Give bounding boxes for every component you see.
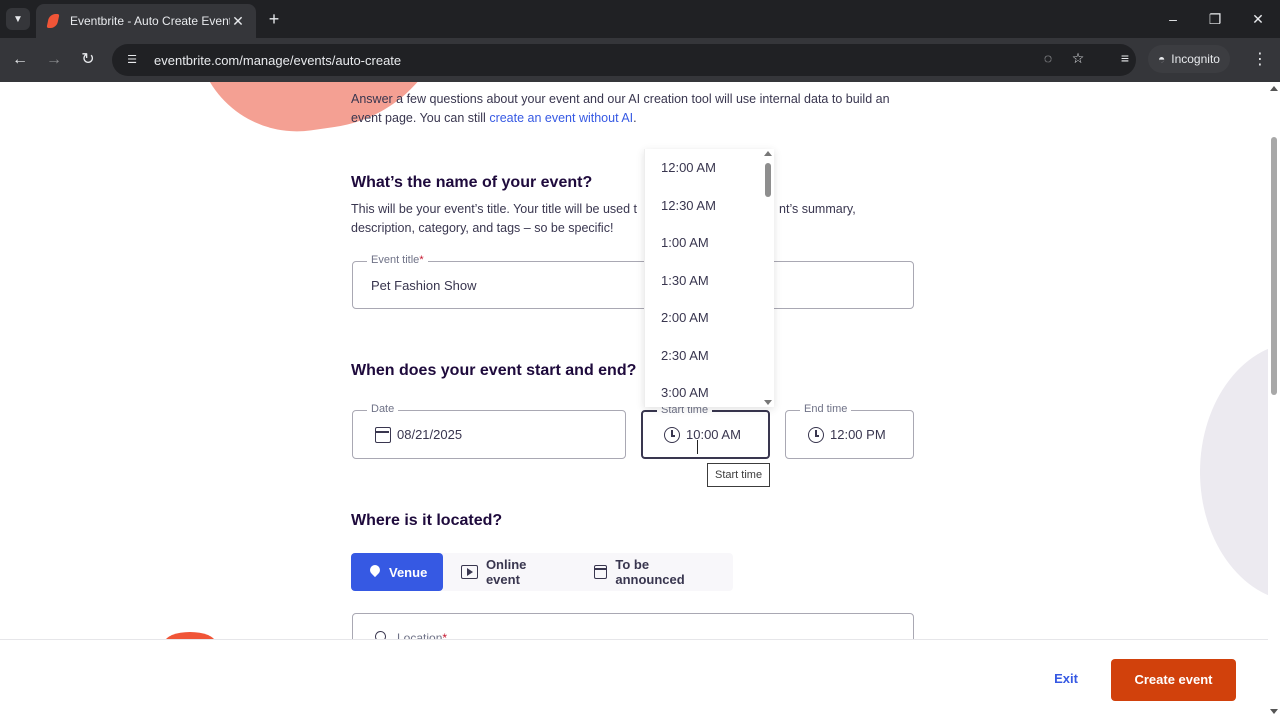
location-pin-icon	[369, 565, 381, 579]
reload-icon[interactable]: ↻	[77, 49, 99, 71]
date-label: Date	[367, 403, 399, 415]
browser-tab[interactable]: Eventbrite - Auto Create Event ✕	[36, 4, 256, 38]
venue-option[interactable]: Venue	[351, 553, 444, 591]
time-option[interactable]: 3:00 AM	[661, 385, 709, 400]
browser-menu-icon[interactable]: ⋮	[1250, 49, 1270, 69]
start-time-tooltip: Start time	[707, 463, 771, 487]
start-time-dropdown[interactable]: 12:00 AM 12:30 AM 1:00 AM 1:30 AM 2:00 A…	[644, 149, 774, 407]
time-option[interactable]: 12:30 AM	[661, 198, 716, 213]
decorative-blob	[1200, 342, 1268, 602]
tab-title: Eventbrite - Auto Create Event	[70, 14, 230, 28]
video-play-icon	[461, 565, 478, 579]
minimize-icon[interactable]: –	[1161, 8, 1185, 30]
page-viewport: Answer a few questions about your event …	[0, 82, 1268, 639]
start-time-field[interactable]: Start time 10:00 AM	[641, 404, 770, 459]
clock-icon	[664, 427, 680, 443]
url-text[interactable]: eventbrite.com/manage/events/auto-create	[154, 53, 401, 68]
location-search-field[interactable]: Location*	[352, 613, 914, 639]
media-queue-icon[interactable]: ≡	[1114, 50, 1136, 66]
bookmark-star-icon[interactable]: ☆	[1067, 50, 1089, 67]
browser-tab-bar: ▼ Eventbrite - Auto Create Event ✕ + – ❐…	[0, 0, 1280, 38]
calendar-icon	[375, 427, 391, 443]
event-title-value[interactable]: Pet Fashion Show	[371, 278, 477, 293]
sticky-footer: Exit Create event	[0, 639, 1268, 720]
page-scrollbar[interactable]	[1268, 82, 1280, 720]
create-without-ai-link[interactable]: create an event without AI	[489, 111, 633, 125]
event-title-label: Event title*	[367, 254, 428, 266]
location-label: Location*	[397, 631, 448, 639]
eventbrite-favicon-icon	[46, 14, 60, 28]
window-close-icon[interactable]: ✕	[1246, 8, 1270, 30]
search-icon	[375, 631, 386, 639]
address-bar[interactable]: ☰ eventbrite.com/manage/events/auto-crea…	[112, 44, 1136, 76]
location-type-selector: Venue Online event To be announced	[351, 553, 733, 591]
online-event-option[interactable]: Online event	[443, 553, 575, 591]
back-arrow-icon[interactable]: ←	[9, 49, 31, 71]
date-value[interactable]: 08/21/2025	[397, 427, 462, 442]
scroll-up-arrow-icon[interactable]	[1270, 86, 1278, 91]
intro-text: Answer a few questions about your event …	[351, 92, 890, 125]
time-option[interactable]: 2:00 AM	[661, 310, 709, 325]
create-event-button[interactable]: Create event	[1111, 659, 1236, 701]
event-title-field[interactable]: Event title* Pet Fashion Show	[352, 254, 914, 309]
text-cursor	[697, 440, 699, 454]
incognito-label: Incognito	[1171, 52, 1220, 66]
event-name-helper: This will be your event’s title. Your ti…	[351, 202, 856, 235]
scroll-up-arrow-icon[interactable]	[764, 151, 772, 156]
time-option[interactable]: 1:30 AM	[661, 273, 709, 288]
scroll-down-arrow-icon[interactable]	[764, 400, 772, 405]
tab-search-chevron-icon[interactable]: ▼	[6, 8, 30, 30]
clock-icon	[808, 427, 824, 443]
new-tab-plus-icon[interactable]: +	[264, 8, 284, 30]
decorative-blob	[165, 632, 215, 639]
event-location-heading: Where is it located?	[351, 512, 503, 529]
to-be-announced-option[interactable]: To be announced	[576, 553, 733, 591]
date-field[interactable]: Date 08/21/2025	[352, 403, 626, 459]
event-name-heading: What’s the name of your event?	[351, 174, 593, 191]
eye-off-icon[interactable]: ◌	[1037, 50, 1059, 66]
end-time-field[interactable]: End time 12:00 PM	[785, 403, 914, 459]
forward-arrow-icon[interactable]: →	[43, 49, 65, 71]
incognito-icon: ◓	[1158, 52, 1166, 66]
end-time-value[interactable]: 12:00 PM	[830, 427, 886, 442]
tab-close-icon[interactable]: ✕	[230, 13, 246, 30]
dropdown-scroll-thumb[interactable]	[765, 163, 771, 197]
end-time-label: End time	[800, 403, 852, 415]
site-settings-icon[interactable]: ☰	[124, 52, 140, 68]
event-when-heading: When does your event start and end?	[351, 362, 637, 379]
dropdown-scrollbar[interactable]	[764, 149, 772, 407]
restore-icon[interactable]: ❐	[1203, 8, 1227, 30]
exit-button[interactable]: Exit	[1042, 668, 1090, 690]
incognito-badge[interactable]: ◓ Incognito	[1148, 45, 1230, 73]
calendar-icon	[593, 565, 608, 579]
time-option[interactable]: 12:00 AM	[661, 160, 716, 175]
page-scroll-thumb[interactable]	[1271, 137, 1277, 395]
time-option[interactable]: 1:00 AM	[661, 235, 709, 250]
start-time-value[interactable]: 10:00 AM	[686, 427, 741, 442]
scroll-down-arrow-icon[interactable]	[1270, 709, 1278, 714]
time-option[interactable]: 2:30 AM	[661, 348, 709, 363]
